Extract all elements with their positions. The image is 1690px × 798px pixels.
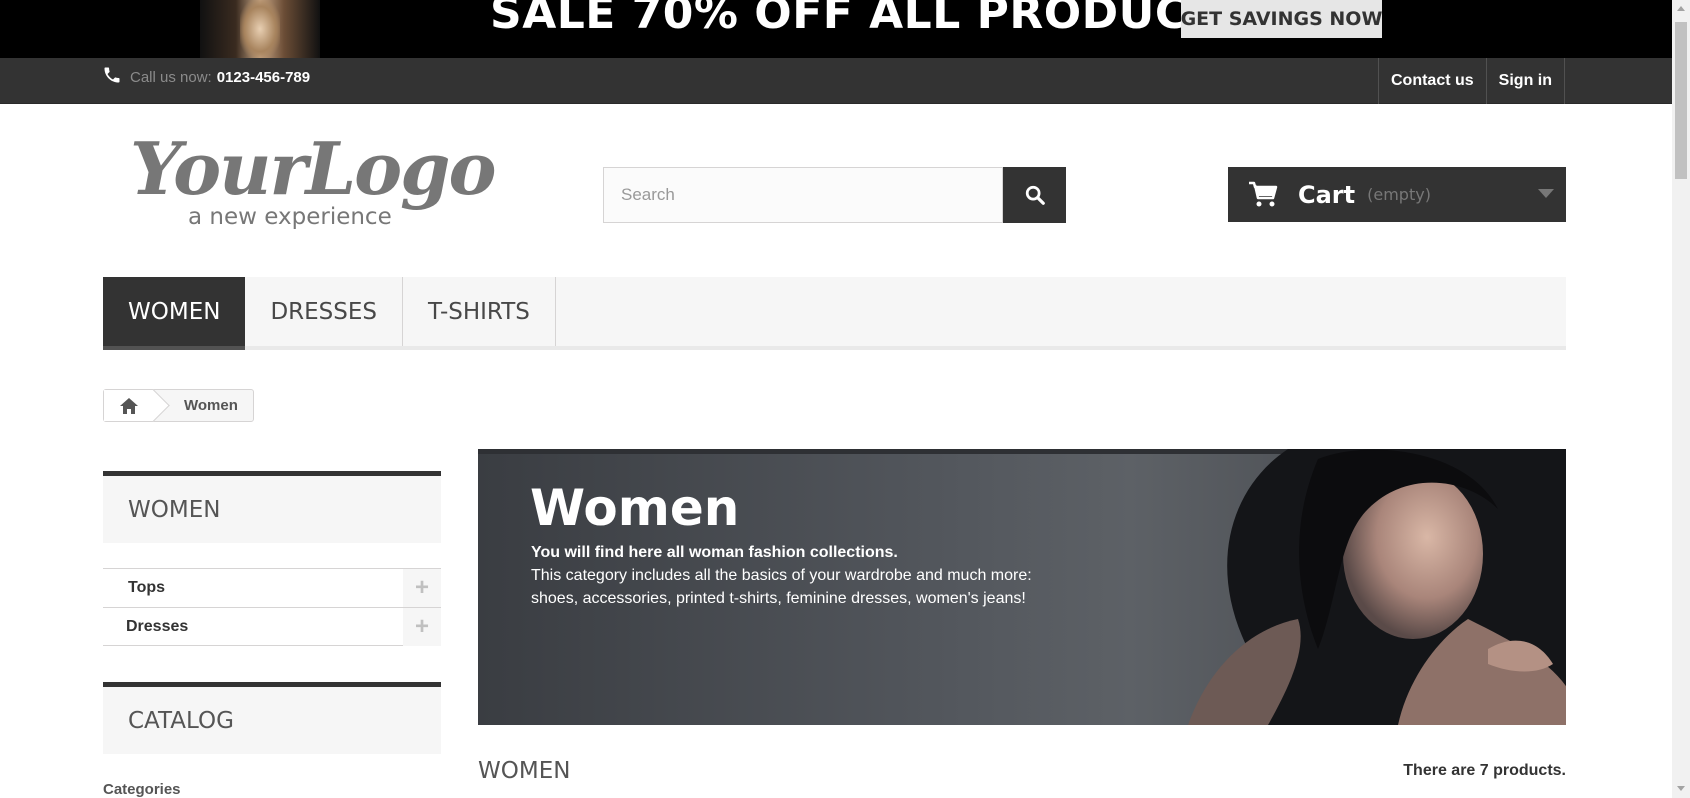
sidebar-item-dresses[interactable]: Dresses + — [103, 607, 441, 646]
top-nav-bar: Call us now: 0123-456-789 Contact us Sig… — [0, 58, 1672, 104]
phone-number: 0123-456-789 — [216, 69, 311, 86]
category-heading: Women — [530, 479, 740, 537]
category-banner: Women You will find here all woman fashi… — [478, 449, 1566, 725]
main-menu: WOMEN DRESSES T-SHIRTS — [103, 277, 1566, 350]
home-icon — [120, 397, 138, 414]
call-us-info: Call us now: 0123-456-789 — [102, 67, 311, 86]
sidebar-item-tops[interactable]: Tops + — [103, 568, 441, 607]
cart-button[interactable]: Cart (empty) — [1228, 167, 1566, 222]
sidebar-category-title: WOMEN — [103, 471, 441, 543]
search-button[interactable] — [1003, 167, 1066, 223]
site-logo[interactable]: YourLogo a new experience — [130, 126, 496, 236]
logo-tagline: a new experience — [188, 204, 392, 230]
sidebar-category-list: Tops + Dresses + — [103, 568, 441, 646]
products-count: There are 7 products. — [1403, 762, 1566, 779]
category-desc-line2: shoes, accessories, printed t-shirts, fe… — [531, 590, 1026, 607]
cart-label: Cart — [1298, 180, 1356, 209]
sign-in-link[interactable]: Sign in — [1485, 58, 1565, 104]
category-desc-bold: You will find here all woman fashion col… — [531, 544, 898, 561]
contact-us-link[interactable]: Contact us — [1378, 58, 1486, 104]
plus-icon[interactable]: + — [403, 607, 441, 646]
cart-icon — [1249, 181, 1278, 206]
logo-text: YourLogo — [130, 126, 496, 211]
scrollbar-thumb[interactable] — [1675, 22, 1687, 179]
breadcrumb-home[interactable] — [104, 390, 154, 421]
phone-icon — [104, 67, 120, 82]
sidebar-item-label: Tops — [128, 579, 166, 596]
model-image — [1188, 449, 1566, 725]
scroll-down-icon[interactable] — [1677, 786, 1685, 791]
banner-title: SALE 70% OFF ALL PRODUCTS — [490, 0, 1251, 39]
page-scrollbar[interactable] — [1672, 0, 1690, 798]
banner-model-image — [200, 0, 320, 58]
call-us-label: Call us now: — [130, 69, 212, 86]
products-heading: WOMEN — [478, 758, 571, 784]
menu-item-women[interactable]: WOMEN — [103, 277, 246, 350]
category-description: You will find here all woman fashion col… — [531, 541, 1091, 610]
get-savings-button[interactable]: GET SAVINGS NOW — [1181, 0, 1382, 38]
nav-links: Contact us Sign in — [1378, 58, 1565, 104]
cart-status: (empty) — [1367, 185, 1431, 204]
menu-item-dresses[interactable]: DRESSES — [245, 277, 403, 346]
scroll-up-icon[interactable] — [1677, 6, 1685, 11]
catalog-title: CATALOG — [103, 682, 441, 754]
breadcrumb: Women — [103, 389, 254, 422]
category-desc-line1: This category includes all the basics of… — [531, 567, 1032, 584]
sale-banner[interactable]: SALE 70% OFF ALL PRODUCTS GET SAVINGS NO… — [0, 0, 1672, 58]
chevron-down-icon[interactable] — [1538, 189, 1554, 198]
plus-icon[interactable]: + — [403, 569, 441, 607]
catalog-categories-label: Categories — [103, 781, 181, 798]
search-icon — [1025, 185, 1045, 205]
sidebar-item-label: Dresses — [126, 617, 189, 635]
search-input[interactable] — [603, 167, 1003, 223]
menu-item-t-shirts[interactable]: T-SHIRTS — [403, 277, 556, 346]
